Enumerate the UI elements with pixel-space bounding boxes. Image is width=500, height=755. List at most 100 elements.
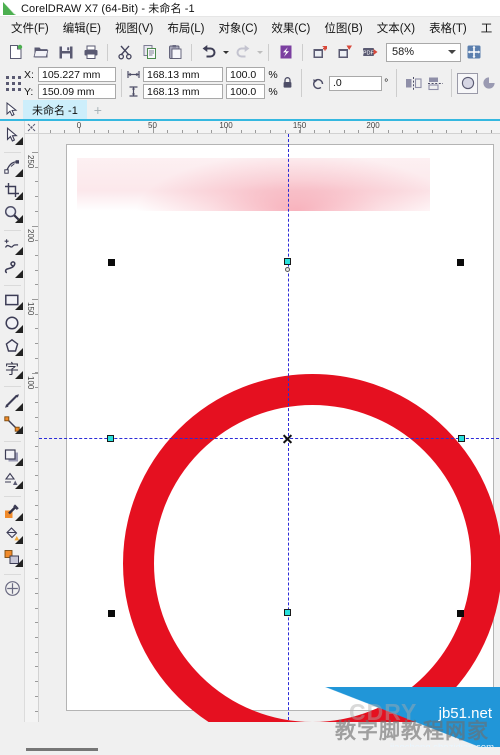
menu-text[interactable]: 文本(X) (370, 18, 422, 38)
flyout-arrow-icon[interactable] (14, 559, 23, 567)
lock-ratio-button[interactable] (278, 71, 296, 95)
undo-dropdown-arrow-icon[interactable] (221, 40, 230, 64)
ellipse-mode-button[interactable] (457, 72, 478, 94)
tool-freehand[interactable] (1, 233, 24, 256)
menu-view[interactable]: 视图(V) (108, 18, 160, 38)
selection-handle-bottom-right[interactable] (457, 610, 464, 617)
flyout-arrow-icon[interactable] (14, 302, 23, 310)
selection-handle-middle-left[interactable] (107, 435, 114, 442)
redo-button[interactable] (230, 40, 255, 64)
object-height-input[interactable]: 168.13 mm (143, 84, 223, 99)
scale-width-input[interactable]: 100.0 (226, 67, 265, 82)
flyout-arrow-icon[interactable] (14, 348, 23, 356)
selection-handle-top-center[interactable] (284, 258, 291, 265)
tool-connector[interactable] (1, 412, 24, 435)
tool-text[interactable]: 字 (1, 357, 24, 380)
flyout-arrow-icon[interactable] (14, 426, 23, 434)
tool-transparency[interactable] (1, 467, 24, 490)
flyout-arrow-icon[interactable] (14, 481, 23, 489)
tool-polygon[interactable] (1, 334, 24, 357)
mirror-vertical-button[interactable] (424, 71, 446, 95)
publish-pdf-button[interactable]: PDF (357, 40, 382, 64)
tool-pick[interactable] (1, 123, 24, 146)
selection-handle-bottom-center[interactable] (284, 609, 291, 616)
pie-mode-button[interactable] (478, 71, 500, 95)
object-center-marker[interactable] (282, 433, 293, 444)
rotation-angle-input[interactable]: .0 (329, 75, 382, 91)
flyout-arrow-icon[interactable] (14, 371, 23, 379)
ruler-origin-button[interactable] (25, 121, 39, 134)
corel-connect-button[interactable] (273, 40, 298, 64)
top-node-marker[interactable] (285, 267, 290, 272)
tool-shape[interactable] (1, 155, 24, 178)
redo-dropdown-arrow-icon[interactable] (255, 40, 264, 64)
flyout-arrow-icon[interactable] (14, 513, 23, 521)
tool-fill[interactable] (1, 522, 24, 545)
object-size-fields: 168.13 mm 100.0 % 168.13 mm 100.0 % (127, 67, 278, 99)
new-document-button[interactable] (3, 40, 28, 64)
tab-cursor-arrow-icon[interactable] (1, 100, 23, 119)
paste-button[interactable] (162, 40, 187, 64)
ruler-minor-tick (35, 314, 38, 315)
title-bar: CorelDRAW X7 (64-Bit) - 未命名 -1 (0, 0, 500, 17)
menu-object[interactable]: 对象(C) (211, 18, 264, 38)
menu-table[interactable]: 表格(T) (422, 18, 474, 38)
flyout-arrow-icon[interactable] (14, 169, 23, 177)
tool-shadow[interactable] (1, 444, 24, 467)
mirror-horizontal-button[interactable] (402, 71, 424, 95)
tool-crop[interactable] (1, 178, 24, 201)
coreldraw-window: CorelDRAW X7 (64-Bit) - 未命名 -1 文件(F) 编辑(… (0, 0, 500, 755)
menu-edit[interactable]: 编辑(E) (56, 18, 108, 38)
cut-button[interactable] (112, 40, 137, 64)
tool-rectangle[interactable] (1, 288, 24, 311)
position-y-input[interactable]: 150.09 mm (38, 84, 116, 99)
drawing-canvas[interactable] (39, 134, 500, 722)
menu-bitmap[interactable]: 位图(B) (317, 18, 369, 38)
menu-effects[interactable]: 效果(C) (264, 18, 317, 38)
gradient-band-object[interactable] (77, 158, 430, 211)
menu-layout[interactable]: 布局(L) (160, 18, 211, 38)
tool-ellipse[interactable] (1, 311, 24, 334)
copy-button[interactable] (137, 40, 162, 64)
selection-handle-top-right[interactable] (457, 259, 464, 266)
open-document-button[interactable] (28, 40, 53, 64)
import-button[interactable] (307, 40, 332, 64)
flyout-arrow-icon[interactable] (14, 536, 23, 544)
horizontal-ruler[interactable]: 0 50 100 150 200 (39, 121, 500, 134)
flyout-arrow-icon[interactable] (14, 137, 23, 145)
object-origin-grid-icon[interactable] (2, 71, 24, 95)
vertical-ruler[interactable]: 250 200 150 100 (25, 134, 39, 722)
print-button[interactable] (78, 40, 103, 64)
tool-dimension[interactable] (1, 389, 24, 412)
options-button[interactable] (461, 40, 486, 64)
menu-bar: 文件(F) 编辑(E) 视图(V) 布局(L) 对象(C) 效果(C) 位图(B… (0, 17, 500, 39)
flyout-arrow-icon[interactable] (14, 458, 23, 466)
document-tab[interactable]: 未命名 -1 (23, 100, 87, 119)
flyout-arrow-icon[interactable] (14, 403, 23, 411)
tool-color-eyedropper[interactable] (1, 499, 24, 522)
save-document-button[interactable] (53, 40, 78, 64)
tool-interactive-fill[interactable] (1, 545, 24, 568)
object-width-input[interactable]: 168.13 mm (143, 67, 223, 82)
menu-tools[interactable]: 工 (474, 18, 500, 38)
undo-button[interactable] (196, 40, 221, 64)
menu-file[interactable]: 文件(F) (4, 18, 56, 38)
scale-height-input[interactable]: 100.0 (226, 84, 265, 99)
flyout-arrow-icon[interactable] (14, 215, 23, 223)
flyout-arrow-icon[interactable] (14, 247, 23, 255)
position-x-input[interactable]: 105.227 mm (38, 67, 116, 82)
export-button[interactable] (332, 40, 357, 64)
rotation-arrow-icon[interactable] (307, 71, 329, 95)
selection-handle-top-left[interactable] (108, 259, 115, 266)
selection-handle-middle-right[interactable] (458, 435, 465, 442)
tool-smart-fill[interactable] (1, 577, 24, 600)
flyout-arrow-icon[interactable] (14, 270, 23, 278)
flyout-arrow-icon[interactable] (14, 192, 23, 200)
new-tab-button[interactable]: + (87, 100, 109, 119)
selection-handle-bottom-left[interactable] (108, 610, 115, 617)
chevron-down-icon[interactable] (448, 50, 456, 54)
flyout-arrow-icon[interactable] (14, 325, 23, 333)
tool-zoom[interactable] (1, 201, 24, 224)
tool-artistic-media[interactable] (1, 256, 24, 279)
zoom-level-combo[interactable]: 58% (386, 42, 461, 62)
